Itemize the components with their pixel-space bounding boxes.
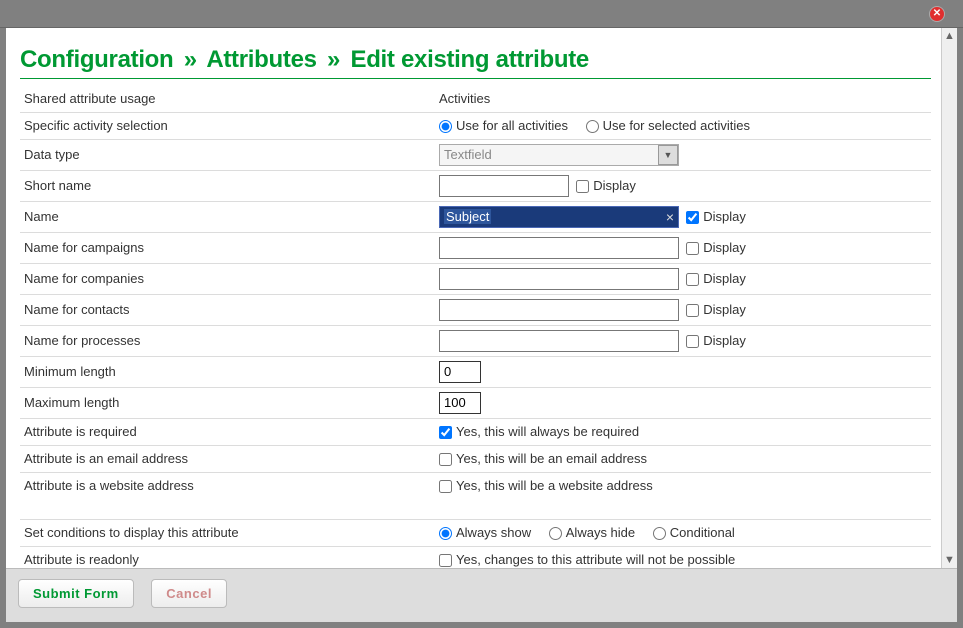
- submit-button[interactable]: Submit Form: [18, 579, 134, 608]
- check-required[interactable]: [439, 426, 452, 439]
- check-is-email[interactable]: [439, 453, 452, 466]
- label-activity-selection: Specific activity selection: [20, 112, 435, 139]
- label-name-companies: Name for companies: [20, 263, 435, 294]
- label-is-website: Attribute is a website address: [20, 472, 435, 499]
- label-conditions: Set conditions to display this attribute: [20, 519, 435, 546]
- label-required: Attribute is required: [20, 418, 435, 445]
- input-name[interactable]: Subject ×: [439, 206, 679, 228]
- label-readonly: Attribute is readonly: [20, 546, 435, 568]
- close-icon[interactable]: ✕: [929, 6, 945, 22]
- scroll-down-icon[interactable]: ▼: [944, 554, 955, 566]
- check-display-companies[interactable]: [686, 273, 699, 286]
- app-window: ✕ ▲ ▼ Configuration » Attributes » Edit …: [0, 0, 963, 628]
- scroll-up-icon[interactable]: ▲: [944, 30, 955, 42]
- input-min-length[interactable]: [439, 361, 481, 383]
- radio-always-show[interactable]: [439, 527, 452, 540]
- modal-titlebar: ✕: [0, 0, 963, 28]
- modal-body: ▲ ▼ Configuration » Attributes » Edit ex…: [6, 28, 957, 568]
- breadcrumb-config[interactable]: Configuration: [20, 46, 173, 73]
- input-short-name[interactable]: [439, 175, 569, 197]
- check-display-contacts[interactable]: [686, 304, 699, 317]
- check-display-name[interactable]: [686, 211, 699, 224]
- clear-icon[interactable]: ×: [666, 209, 674, 225]
- label-name-contacts: Name for contacts: [20, 294, 435, 325]
- label-name: Name: [20, 201, 435, 232]
- cancel-button[interactable]: Cancel: [151, 579, 227, 608]
- label-is-email: Attribute is an email address: [20, 445, 435, 472]
- label-data-type: Data type: [20, 139, 435, 170]
- check-display-campaigns[interactable]: [686, 242, 699, 255]
- radio-use-all[interactable]: [439, 120, 452, 133]
- input-name-processes[interactable]: [439, 330, 679, 352]
- label-name-campaigns: Name for campaigns: [20, 232, 435, 263]
- label-short-name: Short name: [20, 170, 435, 201]
- input-max-length[interactable]: [439, 392, 481, 414]
- modal-footer: Submit Form Cancel: [6, 568, 957, 622]
- input-name-contacts[interactable]: [439, 299, 679, 321]
- label-activities: Activities: [435, 85, 931, 112]
- radio-use-selected[interactable]: [586, 120, 599, 133]
- breadcrumb: Configuration » Attributes » Edit existi…: [20, 46, 931, 79]
- check-is-website[interactable]: [439, 480, 452, 493]
- label-name-processes: Name for processes: [20, 325, 435, 356]
- check-display-processes[interactable]: [686, 335, 699, 348]
- label-min-length: Minimum length: [20, 356, 435, 387]
- form-table: Shared attribute usage Activities Specif…: [20, 85, 931, 568]
- select-data-type[interactable]: [439, 144, 679, 166]
- check-display-short-name[interactable]: [576, 180, 589, 193]
- check-readonly[interactable]: [439, 554, 452, 567]
- label-max-length: Maximum length: [20, 387, 435, 418]
- input-name-companies[interactable]: [439, 268, 679, 290]
- radio-conditional[interactable]: [653, 527, 666, 540]
- breadcrumb-attributes[interactable]: Attributes: [206, 46, 316, 73]
- radio-always-hide[interactable]: [549, 527, 562, 540]
- input-name-campaigns[interactable]: [439, 237, 679, 259]
- breadcrumb-current: Edit existing attribute: [350, 46, 588, 73]
- scrollbar[interactable]: ▲ ▼: [941, 28, 957, 568]
- label-shared-usage: Shared attribute usage: [20, 85, 435, 112]
